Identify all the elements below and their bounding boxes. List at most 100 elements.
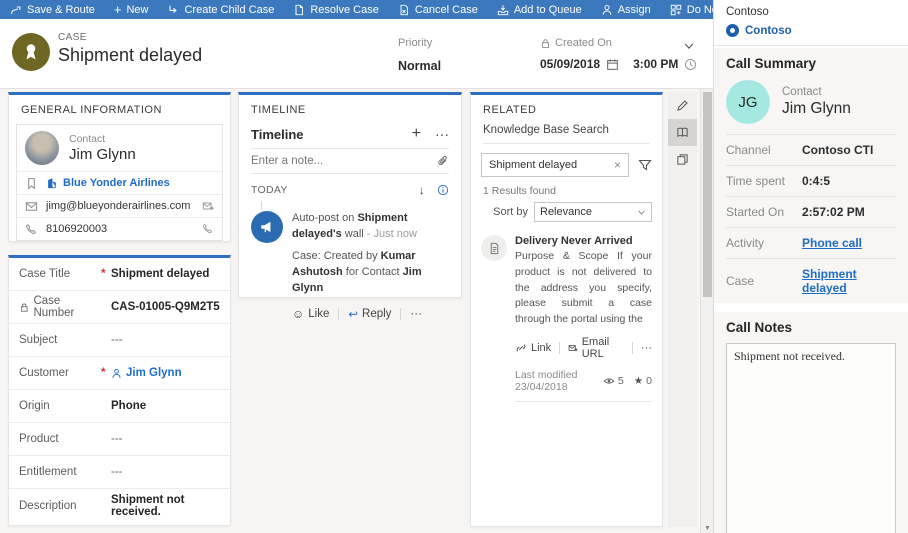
lock-icon — [540, 38, 551, 49]
timeline-post[interactable]: Auto-post on Shipment delayed's wall - J… — [239, 211, 461, 297]
create-child-case-button[interactable]: Create Child Case — [167, 4, 274, 16]
contoso-brand-link[interactable]: Contoso — [745, 25, 792, 37]
tab-knowledge-base[interactable] — [668, 119, 697, 146]
add-note-icon[interactable]: + — [412, 125, 421, 143]
general-information-section: GENERAL INFORMATION Contact Jim Glynn Bl… — [8, 92, 231, 242]
contact-name[interactable]: Jim Glynn — [69, 146, 136, 163]
save-route-button[interactable]: Save & Route — [10, 4, 95, 16]
chevron-down-icon — [683, 40, 695, 52]
created-on-label: Created On — [555, 37, 612, 49]
header-collapse-chevron[interactable] — [683, 37, 695, 55]
person-icon — [111, 368, 122, 379]
filter-funnel-icon[interactable] — [638, 156, 652, 174]
article-link-button[interactable]: Link — [515, 342, 551, 354]
note-placeholder: Enter a note... — [251, 155, 324, 167]
overflow-icon: ··· — [640, 341, 652, 354]
overflow-icon: ··· — [410, 307, 422, 320]
form-content: GENERAL INFORMATION Contact Jim Glynn Bl… — [0, 89, 713, 533]
link-icon — [515, 342, 527, 354]
priority-value[interactable]: Normal — [398, 59, 441, 73]
call-phone-icon[interactable] — [202, 223, 214, 235]
post-headline: Auto-post on Shipment delayed's wall - J… — [292, 212, 417, 240]
send-email-icon[interactable] — [202, 200, 214, 212]
tab-activities[interactable] — [668, 92, 697, 119]
pages-icon — [676, 153, 689, 166]
like-button[interactable]: ☺ Like — [292, 307, 329, 321]
field-row-origin[interactable]: Origin Phone — [9, 390, 230, 423]
reply-button[interactable]: ↩ Reply — [348, 307, 391, 321]
views-stat: 5 — [603, 375, 624, 387]
cancel-case-button[interactable]: Cancel Case — [398, 4, 478, 16]
timeline-group-label: TODAY — [251, 184, 288, 196]
sort-descending-icon[interactable]: ↓ — [419, 183, 425, 197]
main-scrollbar[interactable]: ▼ — [700, 89, 713, 533]
kb-search-title: Knowledge Base Search — [483, 122, 650, 144]
page-icon — [293, 4, 305, 16]
required-asterisk: * — [101, 268, 106, 280]
sort-by-label: Sort by — [493, 206, 528, 218]
email-icon — [568, 342, 578, 354]
summary-row-started-on: Started On 2:57:02 PM — [726, 196, 896, 227]
clock-icon[interactable] — [684, 58, 697, 71]
bookmark-icon — [25, 177, 38, 190]
scrollbar-thumb[interactable] — [703, 92, 712, 297]
building-icon — [46, 177, 58, 189]
megaphone-icon — [259, 219, 275, 235]
contact-card: Contact Jim Glynn Blue Yonder Airlines j… — [16, 124, 223, 241]
contact-email[interactable]: jimg@blueyonderairlines.com — [46, 200, 190, 212]
autopost-avatar — [251, 211, 283, 243]
field-row-product[interactable]: Product --- — [9, 423, 230, 456]
field-row-case-title[interactable]: Case Title * Shipment delayed — [9, 258, 230, 291]
chevron-down-icon — [637, 208, 646, 217]
article-doc-icon — [481, 235, 507, 261]
paperclip-icon[interactable] — [437, 155, 449, 167]
post-overflow-button[interactable]: ··· — [410, 308, 422, 320]
email-url-button[interactable]: Email URL — [568, 336, 624, 360]
queue-icon — [497, 4, 509, 16]
assign-button[interactable]: Assign — [601, 4, 651, 16]
kb-article-result[interactable]: Delivery Never Arrived Purpose & Scope I… — [481, 235, 652, 402]
field-row-customer[interactable]: Customer * Jim Glynn — [9, 357, 230, 390]
case-link[interactable]: Shipment delayed — [802, 267, 896, 295]
field-row-entitlement[interactable]: Entitlement --- — [9, 456, 230, 489]
section-title: GENERAL INFORMATION — [21, 104, 162, 116]
star-icon: ★ — [633, 374, 644, 387]
phone-icon — [25, 223, 38, 236]
created-date-value[interactable]: 05/09/2018 — [540, 57, 600, 71]
calendar-icon[interactable] — [606, 58, 619, 71]
account-link[interactable]: Blue Yonder Airlines — [46, 177, 170, 189]
book-icon — [676, 126, 689, 139]
summary-row-channel: Channel Contoso CTI — [726, 134, 896, 165]
clear-search-icon[interactable]: × — [614, 158, 621, 172]
kb-search-input[interactable]: Shipment delayed × — [481, 153, 629, 177]
new-button[interactable]: + New — [114, 2, 149, 17]
page-title: Shipment delayed — [58, 45, 203, 65]
account-row: Blue Yonder Airlines — [17, 171, 222, 194]
mail-icon — [25, 200, 38, 213]
divider — [559, 341, 560, 354]
sort-select[interactable]: Relevance — [534, 202, 652, 222]
article-title[interactable]: Delivery Never Arrived — [515, 235, 652, 247]
info-icon[interactable] — [437, 184, 449, 196]
article-snippet: Purpose & Scope If your product is not d… — [515, 250, 652, 325]
note-input[interactable]: Enter a note... — [251, 149, 449, 174]
activity-link[interactable]: Phone call — [802, 236, 862, 250]
resolve-case-button[interactable]: Resolve Case — [293, 4, 379, 16]
contact-phone[interactable]: 8106920003 — [46, 223, 107, 235]
call-notes-textarea[interactable]: Shipment not received. — [726, 343, 896, 533]
created-time-value[interactable]: 3:00 PM — [633, 57, 678, 71]
divider — [632, 341, 633, 354]
rating-stat[interactable]: ★ 0 — [634, 375, 652, 387]
add-to-queue-button[interactable]: Add to Queue — [497, 4, 582, 16]
contact-initials-avatar: JG — [726, 80, 770, 124]
article-modified: Last modified 23/04/2018 — [515, 368, 578, 393]
contoso-call-panel: Contoso Contoso Call Summary JG Contact … — [713, 0, 908, 533]
article-overflow-button[interactable]: ··· — [641, 342, 652, 354]
field-row-case-number[interactable]: Case Number CAS-01005-Q9M2T5 — [9, 291, 230, 324]
field-row-subject[interactable]: Subject --- — [9, 324, 230, 357]
dynamics-case-screen: Save & Route + New Create Child Case Reso… — [0, 0, 908, 533]
timeline-overflow-icon[interactable]: ··· — [435, 126, 449, 142]
tab-similar-cases[interactable] — [668, 146, 697, 173]
post-body: Case: Created by Kumar Ashutosh for Cont… — [292, 249, 422, 294]
field-row-description[interactable]: Description Shipment not received. — [9, 489, 230, 522]
